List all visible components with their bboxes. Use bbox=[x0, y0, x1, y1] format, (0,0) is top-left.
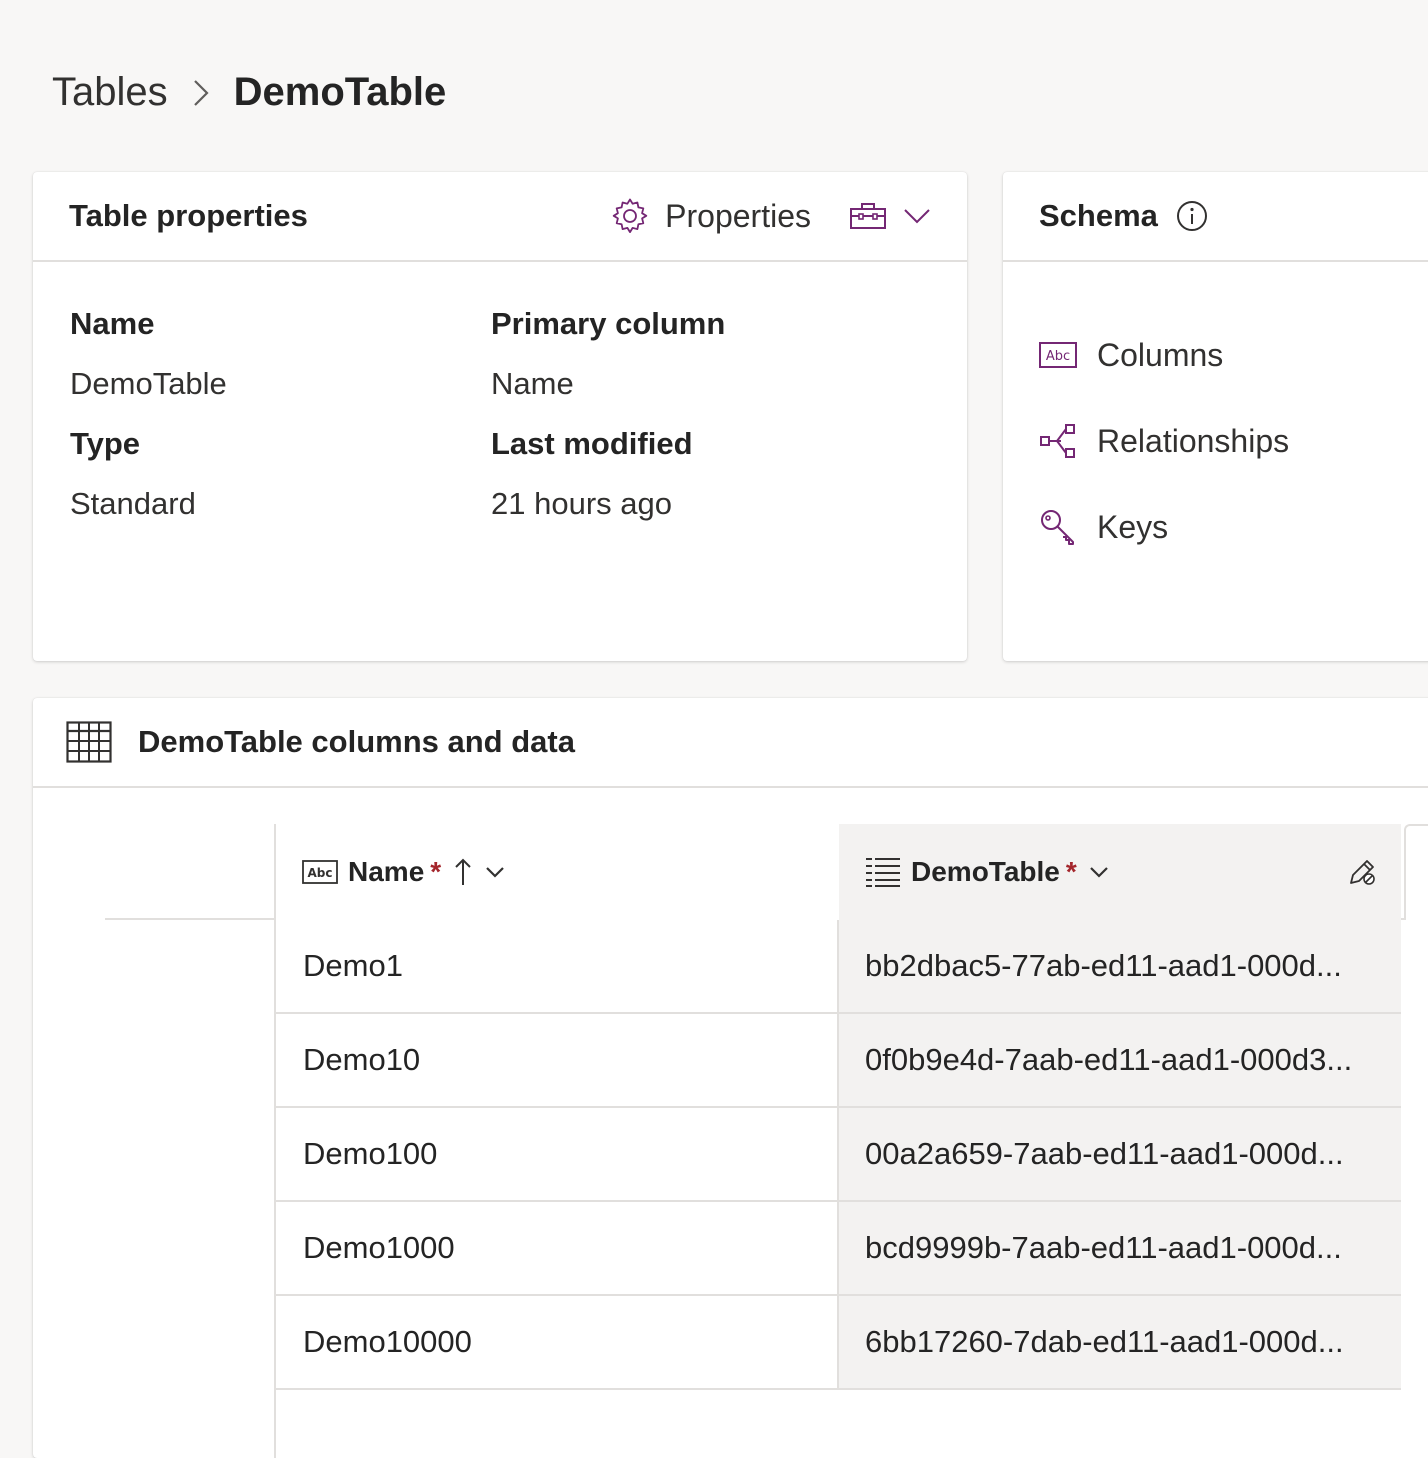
table-grid-icon bbox=[66, 721, 112, 763]
schema-header: Schema bbox=[1003, 172, 1428, 262]
abc-icon: Abc bbox=[1039, 342, 1077, 368]
properties-button[interactable]: Properties bbox=[611, 197, 811, 235]
properties-column-left: Name DemoTable Type Standard bbox=[70, 302, 227, 542]
required-indicator: * bbox=[430, 856, 442, 887]
breadcrumb-tables-link[interactable]: Tables bbox=[52, 70, 168, 115]
table-row[interactable]: Demo10000 6bb17260-7dab-ed11-aad1-000d..… bbox=[276, 1296, 1406, 1390]
schema-list: Abc Columns Relationships Keys bbox=[1039, 312, 1289, 570]
info-icon[interactable] bbox=[1176, 200, 1208, 232]
cell-demotable-id[interactable]: 6bb17260-7dab-ed11-aad1-000d... bbox=[839, 1296, 1401, 1390]
cell-demotable-id[interactable]: bcd9999b-7aab-ed11-aad1-000d... bbox=[839, 1202, 1401, 1296]
lookup-list-icon bbox=[866, 858, 900, 887]
last-modified-value: 21 hours ago bbox=[491, 486, 672, 521]
table-properties-header: Table properties Properties bbox=[33, 172, 967, 262]
schema-item-relationships[interactable]: Relationships bbox=[1039, 398, 1289, 484]
columns-and-data-title: DemoTable columns and data bbox=[138, 724, 575, 759]
schema-item-keys[interactable]: Keys bbox=[1039, 484, 1289, 570]
column-header-label: Name bbox=[348, 856, 425, 887]
table-row[interactable]: Demo1 bb2dbac5-77ab-ed11-aad1-000d... bbox=[276, 920, 1406, 1014]
table-row[interactable]: Demo1000 bcd9999b-7aab-ed11-aad1-000d... bbox=[276, 1202, 1406, 1296]
last-modified-label: Last modified bbox=[491, 426, 693, 461]
primary-column-label: Primary column bbox=[491, 306, 726, 341]
schema-card: Schema Abc Columns Relationships Keys bbox=[1003, 172, 1428, 661]
schema-item-label: Keys bbox=[1097, 508, 1169, 545]
edit-pencil-icon[interactable] bbox=[1347, 857, 1377, 887]
column-header-name[interactable]: Abc Name * bbox=[276, 824, 839, 920]
data-grid: Abc Name * DemoTable * Demo1 bb2dbac5-77… bbox=[33, 788, 1428, 1458]
relationships-icon bbox=[1040, 424, 1075, 458]
properties-button-label: Properties bbox=[665, 197, 811, 234]
schema-item-label: Relationships bbox=[1097, 422, 1290, 459]
gear-icon bbox=[612, 198, 648, 233]
svg-text:Abc: Abc bbox=[308, 866, 333, 880]
required-indicator: * bbox=[1065, 856, 1077, 887]
cell-demotable-id[interactable]: bb2dbac5-77ab-ed11-aad1-000d... bbox=[839, 920, 1401, 1014]
key-icon bbox=[1041, 510, 1074, 545]
type-label: Type bbox=[70, 426, 141, 461]
chevron-down-icon[interactable] bbox=[485, 865, 505, 879]
sort-ascending-icon[interactable] bbox=[453, 857, 473, 887]
columns-and-data-header: DemoTable columns and data bbox=[33, 698, 1428, 788]
chevron-down-icon bbox=[904, 209, 930, 224]
table-properties-title: Table properties bbox=[69, 198, 308, 233]
name-label: Name bbox=[70, 306, 155, 341]
table-row[interactable]: Demo100 00a2a659-7aab-ed11-aad1-000d... bbox=[276, 1108, 1406, 1202]
table-properties-card: Table properties Properties Name DemoTab… bbox=[33, 172, 967, 661]
abc-icon: Abc bbox=[302, 860, 338, 884]
name-value: DemoTable bbox=[70, 366, 227, 401]
schema-item-label: Columns bbox=[1097, 336, 1224, 373]
table-row[interactable]: Demo10 0f0b9e4d-7aab-ed11-aad1-000d3... bbox=[276, 1014, 1406, 1108]
schema-title: Schema bbox=[1039, 198, 1158, 233]
chevron-right-icon bbox=[192, 78, 210, 108]
breadcrumb: Tables DemoTable bbox=[52, 70, 446, 115]
cell-demotable-id[interactable]: 00a2a659-7aab-ed11-aad1-000d... bbox=[839, 1108, 1401, 1202]
columns-and-data-card: DemoTable columns and data Abc Name * De… bbox=[33, 698, 1428, 1458]
cell-name[interactable]: Demo1000 bbox=[276, 1202, 839, 1296]
cell-name[interactable]: Demo100 bbox=[276, 1108, 839, 1202]
cell-name[interactable]: Demo10 bbox=[276, 1014, 839, 1108]
table-properties-actions: Properties bbox=[611, 197, 931, 235]
page-title: DemoTable bbox=[233, 70, 447, 114]
cell-name[interactable]: Demo10000 bbox=[276, 1296, 839, 1390]
type-value: Standard bbox=[70, 486, 196, 521]
column-header-label: DemoTable bbox=[911, 856, 1060, 887]
toolbox-icon bbox=[850, 203, 886, 229]
column-header-next bbox=[1404, 824, 1428, 920]
cell-demotable-id[interactable]: 0f0b9e4d-7aab-ed11-aad1-000d3... bbox=[839, 1014, 1401, 1108]
chevron-down-icon[interactable] bbox=[1089, 865, 1109, 879]
svg-text:Abc: Abc bbox=[1046, 349, 1070, 364]
cell-name[interactable]: Demo1 bbox=[276, 920, 839, 1014]
tools-menu-button[interactable] bbox=[849, 201, 931, 231]
primary-column-value: Name bbox=[491, 366, 574, 401]
properties-column-right: Primary column Name Last modified 21 hou… bbox=[491, 302, 725, 542]
column-header-demotable[interactable]: DemoTable * bbox=[839, 824, 1401, 920]
schema-item-columns[interactable]: Abc Columns bbox=[1039, 312, 1289, 398]
